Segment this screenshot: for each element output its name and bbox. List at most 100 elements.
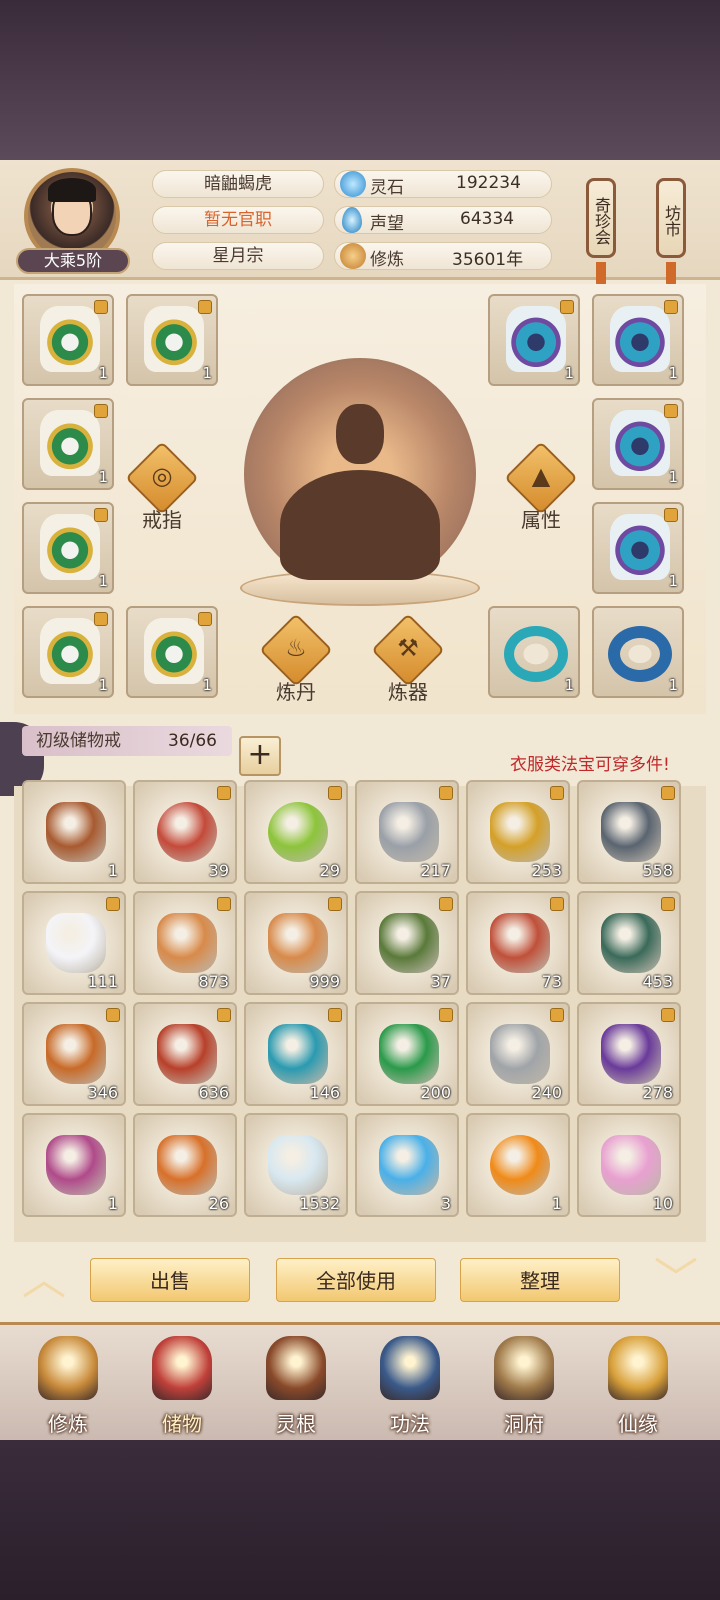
inventory-item[interactable]: 146	[244, 1002, 348, 1106]
scroll-down-icon[interactable]: ﹀	[648, 1258, 704, 1302]
lock-icon	[661, 786, 675, 800]
equip-slot-right-1[interactable]: 1	[488, 294, 580, 386]
inventory-item[interactable]: 636	[133, 1002, 237, 1106]
use-all-button[interactable]: 全部使用	[276, 1258, 436, 1302]
equip-slot-left-4[interactable]: 1	[22, 502, 114, 594]
meditating-figure	[280, 470, 440, 580]
inventory-item[interactable]: 346	[22, 1002, 126, 1106]
stat-value: 35601年	[452, 250, 524, 270]
equip-slot-right-6[interactable]: 1	[592, 606, 684, 698]
inventory-item[interactable]: 873	[133, 891, 237, 995]
nav-label: 功法	[390, 1412, 430, 1436]
player-sect[interactable]: 星月宗	[152, 242, 324, 270]
item-count: 29	[319, 861, 340, 880]
lock-icon	[217, 1008, 231, 1022]
inventory-item[interactable]: 111	[22, 891, 126, 995]
porcelain-vase-icon	[268, 1135, 328, 1195]
inventory-item[interactable]: 10	[577, 1113, 681, 1217]
worm-herb-icon	[46, 1024, 106, 1084]
ring-button-label[interactable]: 戒指	[130, 504, 194, 533]
stat-label: 声望	[370, 214, 404, 234]
alchemy-button-label[interactable]: 炼丹	[264, 676, 328, 705]
top-backdrop	[0, 0, 720, 160]
inventory-item[interactable]: 3	[355, 1113, 459, 1217]
nav-item[interactable]: 洞府	[474, 1330, 574, 1440]
jade-ring-icon	[608, 626, 672, 682]
equip-slot-right-3[interactable]: 1	[592, 398, 684, 490]
blue-robe-icon	[610, 514, 670, 580]
scroll-up-icon[interactable]: ︿	[16, 1258, 72, 1302]
red-orb-icon	[157, 802, 217, 862]
inventory-item[interactable]: 200	[355, 1002, 459, 1106]
spirit-stone-icon	[340, 171, 366, 197]
inventory-item[interactable]: 240	[466, 1002, 570, 1106]
gourd-icon	[157, 1135, 217, 1195]
market-button[interactable]: 坊市	[656, 178, 686, 258]
equip-slot-left-3[interactable]: 1	[22, 398, 114, 490]
equip-slot-left-5[interactable]: 1	[22, 606, 114, 698]
item-count: 1532	[299, 1194, 340, 1213]
purple-berry-icon	[601, 1024, 661, 1084]
red-herb-icon	[490, 913, 550, 973]
equip-slot-left-1[interactable]: 1	[22, 294, 114, 386]
sort-button[interactable]: 整理	[460, 1258, 620, 1302]
item-count: 146	[309, 1083, 340, 1102]
stat-value: 64334	[460, 209, 515, 229]
player-title[interactable]: 暂无官职	[152, 206, 324, 234]
green-armor-icon	[40, 306, 100, 372]
lock-icon	[664, 300, 678, 314]
forging-button-label[interactable]: 炼器	[376, 676, 440, 705]
inventory-item[interactable]: 253	[466, 780, 570, 884]
inventory-item[interactable]: 29	[244, 780, 348, 884]
item-count: 240	[531, 1083, 562, 1102]
inventory-item[interactable]: 73	[466, 891, 570, 995]
stat-label: 灵石	[370, 178, 404, 198]
inventory-item[interactable]: 26	[133, 1113, 237, 1217]
inventory-item[interactable]: 1532	[244, 1113, 348, 1217]
cave-nav-icon	[494, 1336, 554, 1400]
scroll-item-icon	[46, 1135, 106, 1195]
inventory-item[interactable]: 453	[577, 891, 681, 995]
inventory-item[interactable]: 558	[577, 780, 681, 884]
lock-icon	[550, 786, 564, 800]
attributes-button-label[interactable]: 属性	[509, 504, 573, 533]
inventory-item[interactable]: 39	[133, 780, 237, 884]
nav-item[interactable]: 灵根	[246, 1330, 346, 1440]
lotus-icon	[601, 1135, 661, 1195]
nav-item[interactable]: 功法	[360, 1330, 460, 1440]
lock-icon	[328, 897, 342, 911]
equip-slot-right-2[interactable]: 1	[592, 294, 684, 386]
item-count: 1	[107, 861, 118, 880]
sell-button[interactable]: 出售	[90, 1258, 250, 1302]
item-count: 346	[87, 1083, 118, 1102]
expand-bag-button[interactable]: +	[239, 736, 281, 776]
lock-icon	[560, 300, 574, 314]
equip-slot-right-4[interactable]: 1	[592, 502, 684, 594]
avatar-hair	[48, 178, 96, 202]
item-count: 111	[87, 972, 118, 991]
inventory-item[interactable]: 1	[466, 1113, 570, 1217]
nav-item[interactable]: 仙缘	[588, 1330, 688, 1440]
cultivate-nav-icon	[38, 1336, 98, 1400]
inventory-item[interactable]: 1	[22, 1113, 126, 1217]
treasure-fair-button[interactable]: 奇珍会	[586, 178, 616, 258]
equip-slot-left-2[interactable]: 1	[126, 294, 218, 386]
inventory-item[interactable]: 217	[355, 780, 459, 884]
inventory-item[interactable]: 278	[577, 1002, 681, 1106]
lock-icon	[106, 1008, 120, 1022]
inventory-item[interactable]: 999	[244, 891, 348, 995]
inventory-item[interactable]: 37	[355, 891, 459, 995]
hat-glyph-icon: ▲	[531, 462, 551, 490]
equip-slot-right-5[interactable]: 1	[488, 606, 580, 698]
nav-item[interactable]: 储物	[132, 1330, 232, 1440]
ring-glyph-icon: ◎	[151, 462, 173, 490]
spirit-root-nav-icon	[266, 1336, 326, 1400]
lock-icon	[217, 897, 231, 911]
nav-item[interactable]: 修炼	[18, 1330, 118, 1440]
stat-value: 192234	[456, 173, 521, 193]
item-count: 1	[107, 1194, 118, 1213]
lock-icon	[106, 897, 120, 911]
inventory-item[interactable]: 1	[22, 780, 126, 884]
equip-slot-left-6[interactable]: 1	[126, 606, 218, 698]
orange-gem-icon	[490, 1135, 550, 1195]
